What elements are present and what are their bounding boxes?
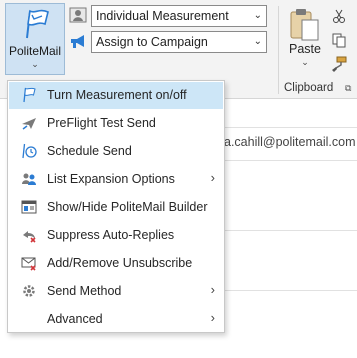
- politemail-label: PoliteMail: [8, 44, 62, 58]
- politemail-button[interactable]: PoliteMail ⌄: [5, 3, 65, 75]
- format-painter-icon[interactable]: [331, 56, 347, 72]
- menu-item-show-hide-builder[interactable]: Show/Hide PoliteMail Builder: [9, 194, 223, 221]
- chevron-right-icon: ›: [210, 170, 215, 185]
- list-expansion-people-icon: [22, 173, 36, 185]
- contact-card-icon: [69, 7, 87, 23]
- paste-icon[interactable]: [288, 6, 322, 42]
- menu-item-label: List Expansion Options: [47, 172, 175, 186]
- campaign-megaphone-icon: [71, 35, 84, 48]
- compose-row-divider: [224, 160, 357, 161]
- suppress-replies-icon: [23, 231, 36, 243]
- builder-panel-icon: [21, 200, 37, 214]
- chevron-right-icon: ›: [210, 310, 215, 325]
- chevron-down-icon: ⌄: [253, 10, 262, 21]
- menu-item-label: Schedule Send: [47, 144, 132, 158]
- campaign-select[interactable]: Assign to Campaign ⌄: [91, 31, 267, 53]
- menu-item-preflight[interactable]: PreFlight Test Send: [9, 110, 223, 137]
- chevron-right-icon: ›: [210, 282, 215, 297]
- to-recipient[interactable]: a.cahill@politemail.com: [224, 135, 356, 149]
- politemail-flag-icon: [26, 9, 49, 39]
- measurement-select[interactable]: Individual Measurement ⌄: [91, 5, 267, 27]
- clipboard-group-label: Clipboard: [284, 82, 334, 94]
- menu-item-advanced[interactable]: Advanced ›: [9, 306, 223, 333]
- menu-item-label: Turn Measurement on/off: [47, 88, 187, 102]
- menu-item-add-remove-unsubscribe[interactable]: Add/Remove Unsubscribe: [9, 250, 223, 277]
- unsubscribe-envelope-icon: [21, 257, 36, 271]
- menu-item-list-expansion[interactable]: List Expansion Options ›: [9, 166, 223, 193]
- menu-item-label: Add/Remove Unsubscribe: [47, 256, 193, 270]
- compose-row-divider: [224, 230, 357, 231]
- dialog-launcher-icon[interactable]: ⧉: [345, 83, 351, 94]
- compose-row-divider: [224, 127, 357, 128]
- menu-item-label: Show/Hide PoliteMail Builder: [47, 200, 208, 214]
- send-method-gear-icon: [23, 285, 35, 297]
- compose-row-divider: [224, 290, 357, 291]
- chevron-down-icon: ⌄: [31, 59, 39, 69]
- chevron-down-icon[interactable]: ⌄: [284, 57, 326, 68]
- politemail-dropdown-menu: Turn Measurement on/off PreFlight Test S…: [7, 80, 225, 333]
- campaign-select-value: Assign to Campaign: [96, 35, 208, 49]
- measurement-select-value: Individual Measurement: [96, 9, 229, 23]
- menu-item-label: Send Method: [47, 284, 122, 298]
- menu-item-label: PreFlight Test Send: [47, 116, 156, 130]
- menu-item-suppress-auto-replies[interactable]: Suppress Auto-Replies: [9, 222, 223, 249]
- menu-item-label: Advanced: [47, 312, 103, 326]
- paste-button-label[interactable]: Paste: [284, 42, 326, 56]
- group-separator: [278, 6, 279, 94]
- menu-item-send-method[interactable]: Send Method ›: [9, 278, 223, 305]
- measurement-flag-icon: [23, 87, 36, 103]
- menu-item-schedule-send[interactable]: Schedule Send: [9, 138, 223, 165]
- copy-icon[interactable]: [331, 32, 347, 48]
- menu-item-label: Suppress Auto-Replies: [47, 228, 175, 242]
- menu-item-turn-measurement[interactable]: Turn Measurement on/off: [9, 82, 223, 109]
- chevron-down-icon: ⌄: [253, 36, 262, 47]
- cut-icon[interactable]: [331, 8, 347, 24]
- schedule-clock-icon: [22, 143, 37, 159]
- preflight-plane-icon: [22, 118, 36, 130]
